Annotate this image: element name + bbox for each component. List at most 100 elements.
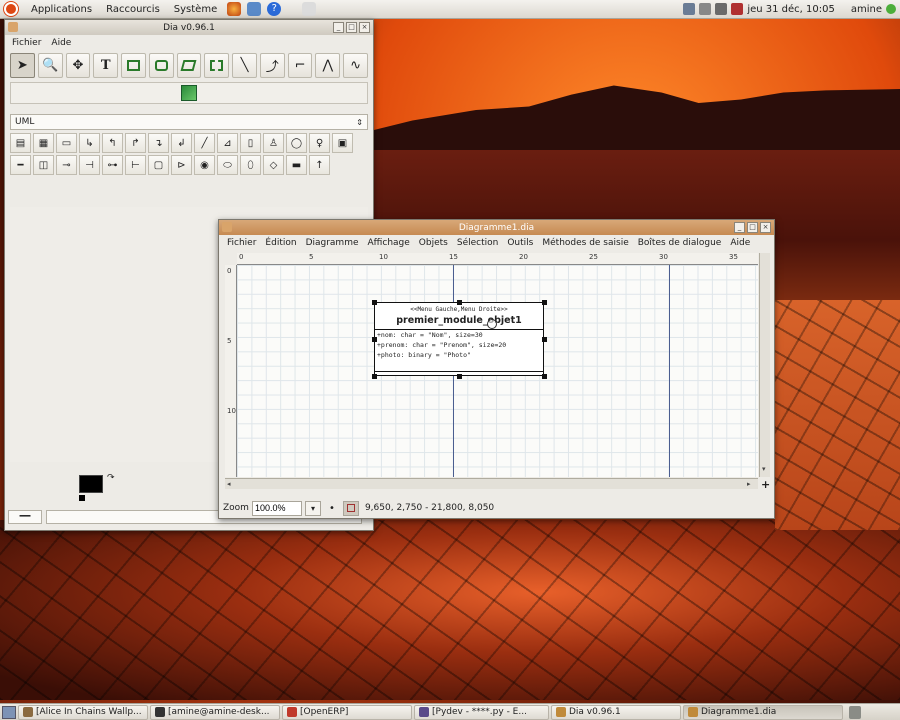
- uml-object-shape-icon[interactable]: ▣: [332, 133, 353, 153]
- ellipse-tool-icon[interactable]: [148, 53, 174, 78]
- menu-edition[interactable]: Édition: [265, 238, 296, 248]
- uml-association-shape-icon[interactable]: ↴: [148, 133, 169, 153]
- uml-activity-shape-icon[interactable]: ▢: [148, 155, 169, 175]
- line-tool-icon[interactable]: ╲: [232, 53, 257, 78]
- toolbox-titlebar[interactable]: Dia v0.96.1 _ □ ×: [5, 20, 373, 35]
- line-width-selector[interactable]: ━━: [8, 510, 42, 524]
- selection-handle[interactable]: [542, 374, 547, 379]
- magnify-tool-icon[interactable]: 🔍: [37, 53, 63, 78]
- uml-usecase-shape-icon[interactable]: ◯: [286, 133, 307, 153]
- foreground-color-swatch[interactable]: [79, 475, 103, 493]
- beziergon-tool-icon[interactable]: [204, 53, 230, 78]
- username[interactable]: amine: [851, 4, 882, 15]
- uml-classicon-shape-icon[interactable]: ⊶: [102, 155, 123, 175]
- uml-implements-shape-icon[interactable]: ↲: [171, 133, 192, 153]
- scroll-left-icon[interactable]: ◂: [227, 480, 231, 488]
- reset-colors-icon[interactable]: [79, 495, 85, 501]
- taskbar-item[interactable]: [Alice In Chains Wallp...: [18, 704, 148, 720]
- swap-colors-icon[interactable]: ↷: [107, 473, 115, 483]
- menu-aide[interactable]: Aide: [730, 238, 750, 248]
- minimize-button[interactable]: _: [734, 222, 745, 233]
- taskbar-item[interactable]: Diagramme1.dia: [683, 704, 843, 720]
- help-launcher-icon[interactable]: ?: [267, 2, 282, 16]
- uml-state-shape-icon[interactable]: ⊢: [125, 155, 146, 175]
- uml-initial-state-shape-icon[interactable]: ⊳: [171, 155, 192, 175]
- uml-dependency-shape-icon[interactable]: ↳: [79, 133, 100, 153]
- pointer-tool-icon[interactable]: ➤: [10, 53, 35, 78]
- uml-fork-shape-icon[interactable]: ⬯: [240, 155, 261, 175]
- menu-raccourcis[interactable]: Raccourcis: [99, 4, 167, 15]
- user-status-icon[interactable]: [886, 4, 896, 14]
- sheet-selector[interactable]: UML ⇕: [10, 114, 368, 130]
- uml-transition-shape-icon[interactable]: ◇: [263, 155, 284, 175]
- polygon-tool-icon[interactable]: [176, 53, 202, 78]
- zigzag-tool-icon[interactable]: ⌐: [287, 53, 313, 78]
- uml-fork-bar-shape-icon[interactable]: ▬: [286, 155, 307, 175]
- uml-realizes-shape-icon[interactable]: ↰: [102, 133, 123, 153]
- taskbar-item[interactable]: [OpenERP]: [282, 704, 412, 720]
- uml-final-state-shape-icon[interactable]: ◉: [194, 155, 215, 175]
- box-tool-icon[interactable]: [121, 53, 146, 78]
- ubuntu-logo-icon[interactable]: [4, 2, 18, 16]
- snap-to-objects-button[interactable]: [342, 500, 359, 516]
- selection-handle[interactable]: [457, 300, 462, 305]
- menu-fichier[interactable]: Fichier: [12, 38, 41, 48]
- vertical-scrollbar[interactable]: ▾: [759, 253, 770, 477]
- uml-class-object[interactable]: <<Menu Gauche,Menu Droite>> premier_modu…: [374, 302, 544, 376]
- selection-handle[interactable]: [372, 300, 377, 305]
- selection-handle[interactable]: [372, 374, 377, 379]
- trash-icon[interactable]: [849, 705, 861, 719]
- notification-icon[interactable]: [731, 3, 744, 15]
- uml-component-feature-shape-icon[interactable]: ⊸: [56, 155, 77, 175]
- menu-affichage[interactable]: Affichage: [368, 238, 410, 248]
- scroll-tool-icon[interactable]: ✥: [65, 53, 91, 78]
- close-button[interactable]: ×: [760, 222, 771, 233]
- minimize-button[interactable]: _: [333, 22, 344, 33]
- network-icon[interactable]: [699, 3, 712, 15]
- taskbar-item[interactable]: [amine@amine-desk...: [150, 704, 280, 720]
- dia-app-icon[interactable]: [8, 22, 18, 32]
- menu-methodes-de-saisie[interactable]: Méthodes de saisie: [542, 238, 628, 248]
- uml-note-shape-icon[interactable]: ▭: [56, 133, 77, 153]
- selection-handle[interactable]: [457, 374, 462, 379]
- diagram-canvas[interactable]: <<Menu Gauche,Menu Droite>> premier_modu…: [237, 265, 758, 477]
- diagram-titlebar[interactable]: Diagramme1.dia _ □ ×: [219, 220, 774, 235]
- text-tool-icon[interactable]: T: [93, 53, 119, 78]
- uml-lifeline-shape-icon[interactable]: ♀: [309, 133, 330, 153]
- window-list-icon[interactable]: [683, 3, 696, 15]
- vertical-ruler[interactable]: 0 5 10: [225, 265, 237, 477]
- maximize-button[interactable]: □: [346, 22, 357, 33]
- uml-template-class-shape-icon[interactable]: ▦: [33, 133, 54, 153]
- clock[interactable]: jeu 31 déc, 10:05: [747, 4, 835, 15]
- menu-applications[interactable]: Applications: [24, 4, 99, 15]
- selection-handle[interactable]: [372, 337, 377, 342]
- menu-diagramme[interactable]: Diagramme: [306, 238, 359, 248]
- menu-fichier[interactable]: Fichier: [227, 238, 256, 248]
- uml-message-shape-icon[interactable]: ━: [10, 155, 31, 175]
- firefox-launcher-icon[interactable]: [227, 2, 242, 16]
- selection-handle[interactable]: [542, 337, 547, 342]
- show-desktop-icon[interactable]: [2, 705, 16, 719]
- volume-icon[interactable]: [715, 3, 728, 15]
- uml-generalization-shape-icon[interactable]: ↱: [125, 133, 146, 153]
- uml-branch-shape-icon[interactable]: ⬭: [217, 155, 238, 175]
- scroll-right-icon[interactable]: ▸: [747, 480, 751, 488]
- menu-outils[interactable]: Outils: [507, 238, 533, 248]
- arc-tool-icon[interactable]: ⤴: [259, 53, 285, 78]
- uml-component-shape-icon[interactable]: ◫: [33, 155, 54, 175]
- menu-systeme[interactable]: Système: [167, 4, 224, 15]
- zoom-input[interactable]: [251, 500, 302, 516]
- uml-node-shape-icon[interactable]: ⊣: [79, 155, 100, 175]
- uml-arrow-shape-icon[interactable]: ↑: [309, 155, 330, 175]
- navigation-icon[interactable]: +: [761, 478, 770, 491]
- zoom-dropdown-icon[interactable]: ▾: [304, 500, 321, 516]
- scroll-down-icon[interactable]: ▾: [762, 465, 766, 473]
- menu-aide[interactable]: Aide: [51, 38, 71, 48]
- menu-boites-de-dialogue[interactable]: Boîtes de dialogue: [638, 238, 722, 248]
- polyline-tool-icon[interactable]: ⋀: [315, 53, 341, 78]
- horizontal-ruler[interactable]: 0 5 10 15 20 25 30 35: [237, 253, 758, 265]
- uml-actor-shape-icon[interactable]: ♙: [263, 133, 284, 153]
- diagram-app-icon[interactable]: [222, 222, 232, 232]
- menu-objets[interactable]: Objets: [419, 238, 448, 248]
- menu-selection[interactable]: Sélection: [457, 238, 498, 248]
